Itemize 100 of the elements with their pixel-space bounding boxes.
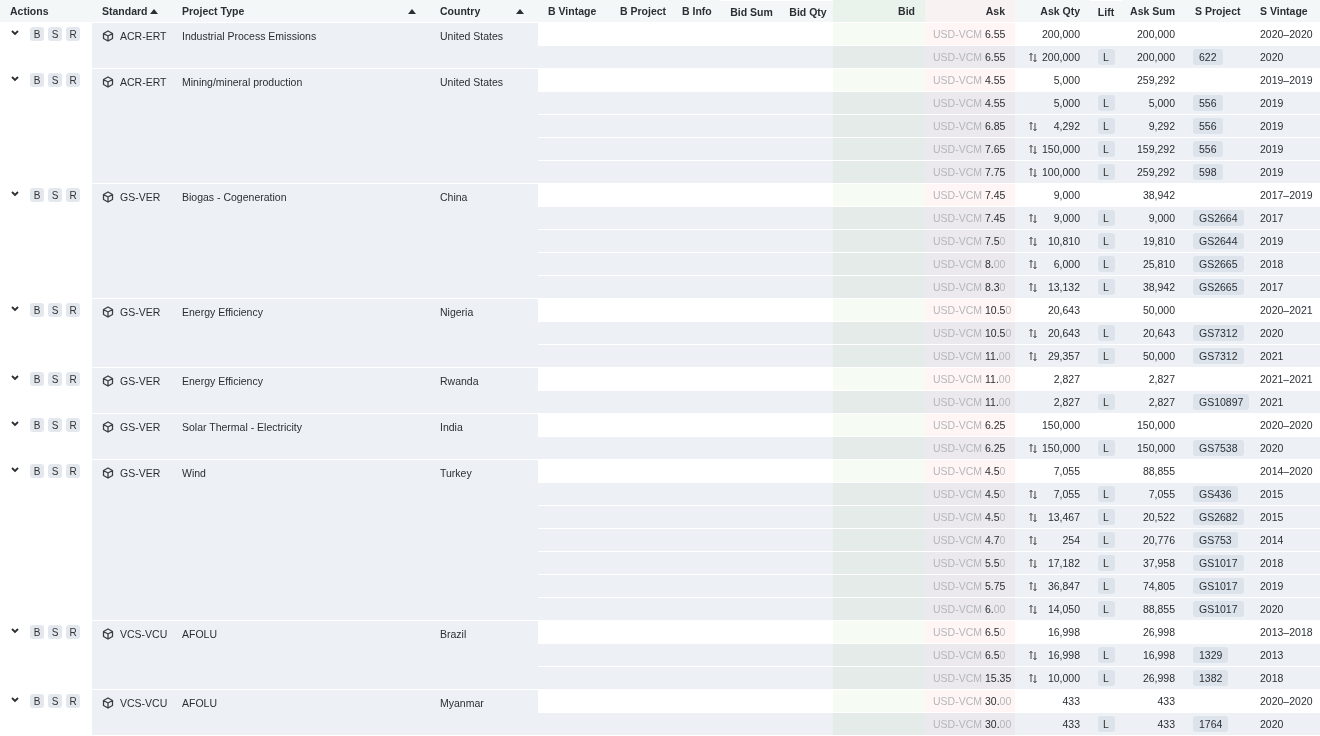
column-header[interactable]: Ask Qty bbox=[1015, 0, 1090, 22]
lift-button[interactable]: L bbox=[1097, 325, 1115, 341]
lift-button[interactable]: L bbox=[1097, 555, 1115, 571]
action-button[interactable]: B bbox=[30, 303, 44, 317]
lift-button[interactable]: L bbox=[1097, 440, 1115, 456]
lift-button[interactable]: L bbox=[1097, 509, 1115, 525]
column-header[interactable]: Bid Sum bbox=[720, 0, 783, 22]
lift-button[interactable]: L bbox=[1097, 118, 1115, 134]
lift-button[interactable]: L bbox=[1097, 486, 1115, 502]
project-type: Wind bbox=[182, 467, 206, 479]
sort-arrows-icon[interactable] bbox=[1029, 51, 1037, 63]
lift-button[interactable]: L bbox=[1097, 716, 1115, 732]
sort-arrows-icon[interactable] bbox=[1029, 212, 1037, 224]
sort-arrows-icon[interactable] bbox=[1029, 580, 1037, 592]
sort-arrows-icon[interactable] bbox=[1029, 534, 1037, 546]
lift-button[interactable]: L bbox=[1097, 394, 1115, 410]
project-tag: 1382 bbox=[1193, 670, 1229, 686]
ask-quantity: 433 bbox=[1062, 718, 1080, 730]
lift-button[interactable]: L bbox=[1097, 210, 1115, 226]
sort-ascending-icon[interactable] bbox=[150, 8, 158, 14]
column-header[interactable]: Lift bbox=[1090, 0, 1122, 22]
action-button[interactable]: B bbox=[30, 73, 44, 87]
action-button[interactable]: B bbox=[30, 625, 44, 639]
sort-arrows-icon[interactable] bbox=[1029, 603, 1037, 615]
vintage: 2017 bbox=[1260, 212, 1284, 224]
action-button[interactable]: B bbox=[30, 694, 44, 708]
lift-button[interactable]: L bbox=[1097, 164, 1115, 180]
lift-button[interactable]: L bbox=[1097, 532, 1115, 548]
ask-sum: 50,000 bbox=[1142, 350, 1175, 362]
action-button[interactable]: S bbox=[48, 303, 62, 317]
currency-label: USD-VCM bbox=[933, 74, 982, 86]
lift-button[interactable]: L bbox=[1097, 279, 1115, 295]
sort-arrows-icon[interactable] bbox=[1029, 120, 1037, 132]
sort-arrows-icon[interactable] bbox=[1029, 557, 1037, 569]
column-header[interactable]: Standard bbox=[92, 0, 172, 22]
action-button[interactable]: B bbox=[30, 27, 44, 41]
column-header[interactable]: Actions bbox=[0, 0, 92, 22]
ask-sum: 433 bbox=[1157, 718, 1175, 730]
column-header[interactable]: Ask Sum bbox=[1122, 0, 1185, 22]
lift-button[interactable]: L bbox=[1097, 95, 1115, 111]
column-header[interactable]: Bid bbox=[833, 0, 925, 22]
column-header[interactable]: B Vintage bbox=[538, 0, 610, 22]
currency-label: USD-VCM bbox=[933, 396, 982, 408]
action-button[interactable]: S bbox=[48, 73, 62, 87]
action-button[interactable]: S bbox=[48, 694, 62, 708]
action-button[interactable]: R bbox=[66, 372, 80, 386]
sort-arrows-icon[interactable] bbox=[1029, 672, 1037, 684]
sort-arrows-icon[interactable] bbox=[1029, 235, 1037, 247]
lift-button[interactable]: L bbox=[1097, 647, 1115, 663]
action-button[interactable]: S bbox=[48, 372, 62, 386]
column-header[interactable]: S Vintage bbox=[1250, 0, 1320, 22]
lift-button[interactable]: L bbox=[1097, 578, 1115, 594]
action-button[interactable]: S bbox=[48, 625, 62, 639]
lift-button[interactable]: L bbox=[1097, 348, 1115, 364]
lift-button[interactable]: L bbox=[1097, 256, 1115, 272]
sort-arrows-icon[interactable] bbox=[1029, 442, 1037, 454]
action-button[interactable]: S bbox=[48, 27, 62, 41]
standard: VCS-VCU bbox=[120, 697, 168, 709]
ask-sum: 26,998 bbox=[1142, 672, 1175, 684]
column-header[interactable]: Ask bbox=[925, 0, 1015, 22]
action-button[interactable]: S bbox=[48, 418, 62, 432]
ask-quantity: 13,467 bbox=[1047, 511, 1080, 523]
action-button[interactable]: R bbox=[66, 418, 80, 432]
lift-button[interactable]: L bbox=[1097, 670, 1115, 686]
sort-arrows-icon[interactable] bbox=[1029, 488, 1037, 500]
action-button[interactable]: S bbox=[48, 464, 62, 478]
action-button[interactable]: R bbox=[66, 625, 80, 639]
sort-ascending-icon[interactable] bbox=[516, 8, 524, 14]
lift-button[interactable]: L bbox=[1097, 601, 1115, 617]
action-button[interactable]: R bbox=[66, 303, 80, 317]
sort-arrows-icon[interactable] bbox=[1029, 649, 1037, 661]
action-button[interactable]: B bbox=[30, 418, 44, 432]
action-button[interactable]: B bbox=[30, 188, 44, 202]
action-button[interactable]: R bbox=[66, 188, 80, 202]
column-header[interactable]: B Project bbox=[610, 0, 672, 22]
currency-label: USD-VCM bbox=[933, 350, 982, 362]
lift-button[interactable]: L bbox=[1097, 233, 1115, 249]
action-button[interactable]: B bbox=[30, 464, 44, 478]
action-button[interactable]: S bbox=[48, 188, 62, 202]
action-button[interactable]: R bbox=[66, 694, 80, 708]
action-button[interactable]: R bbox=[66, 464, 80, 478]
sort-arrows-icon[interactable] bbox=[1029, 327, 1037, 339]
lift-button[interactable]: L bbox=[1097, 141, 1115, 157]
currency-label: USD-VCM bbox=[933, 166, 982, 178]
action-button[interactable]: B bbox=[30, 372, 44, 386]
column-header[interactable]: S Project bbox=[1185, 0, 1250, 22]
sort-arrows-icon[interactable] bbox=[1029, 350, 1037, 362]
column-header[interactable]: Project Type bbox=[172, 0, 430, 22]
action-button[interactable]: R bbox=[66, 73, 80, 87]
sort-arrows-icon[interactable] bbox=[1029, 166, 1037, 178]
ask-quantity: 17,182 bbox=[1047, 557, 1080, 569]
sort-ascending-icon[interactable] bbox=[408, 8, 416, 14]
lift-button[interactable]: L bbox=[1097, 49, 1115, 65]
sort-arrows-icon[interactable] bbox=[1029, 511, 1037, 523]
column-header[interactable]: B Info bbox=[672, 0, 720, 22]
column-header[interactable]: Country bbox=[430, 0, 538, 22]
sort-arrows-icon[interactable] bbox=[1029, 281, 1037, 293]
sort-arrows-icon[interactable] bbox=[1029, 143, 1037, 155]
sort-arrows-icon[interactable] bbox=[1029, 258, 1037, 270]
action-button[interactable]: R bbox=[66, 27, 80, 41]
